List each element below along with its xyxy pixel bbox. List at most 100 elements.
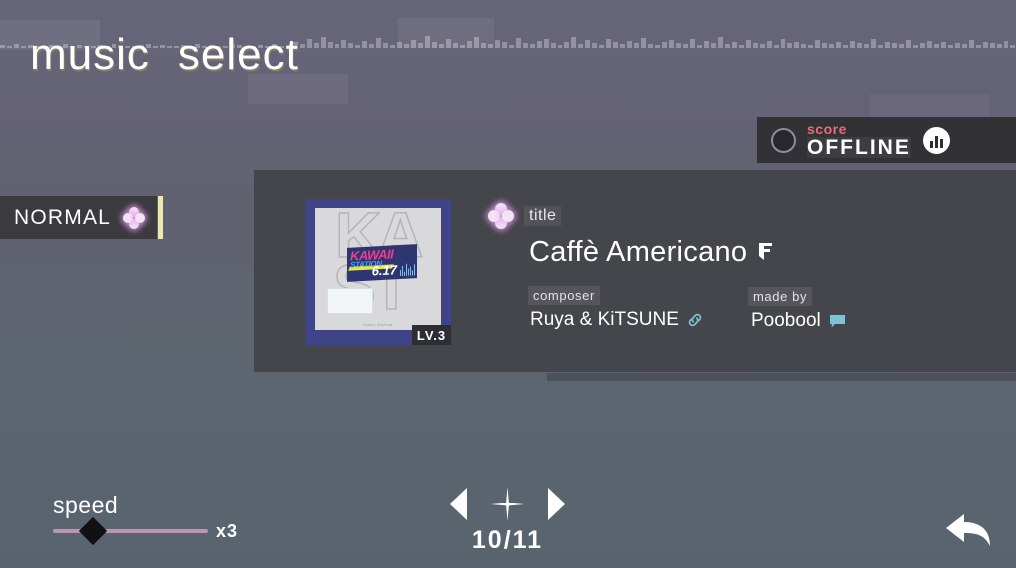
page-title-word-1: music (30, 30, 150, 79)
spectrum-bar (864, 44, 870, 48)
score-status-value: OFFLINE (807, 136, 911, 159)
difficulty-label: NORMAL (14, 205, 112, 229)
chevron-right-icon[interactable] (548, 488, 565, 520)
page-title-word-2: select (177, 30, 299, 79)
spectrum-bar (550, 43, 556, 48)
spectrum-bar (571, 37, 577, 48)
flag-icon (757, 236, 774, 269)
spectrum-bar (766, 41, 772, 48)
spectrum-bar (648, 44, 654, 48)
spectrum-bar (397, 42, 403, 48)
spectrum-bar (892, 43, 897, 48)
spectrum-bar (675, 43, 681, 48)
sparkle-icon (491, 487, 525, 521)
spectrum-bar (696, 45, 702, 48)
spectrum-bar (13, 44, 19, 48)
difficulty-tab-normal[interactable]: NORMAL (0, 196, 157, 239)
spectrum-bar (982, 42, 988, 48)
speed-slider-track[interactable] (53, 529, 208, 533)
spectrum-bar (439, 44, 444, 48)
spectrum-bar (968, 40, 974, 48)
song-counter: 10/11 (471, 526, 544, 554)
spectrum-bar (473, 37, 479, 48)
spectrum-bar (919, 43, 925, 48)
song-title-text: Caffè Americano (529, 236, 748, 268)
spectrum-bar (425, 36, 431, 48)
spectrum-bar (613, 42, 619, 48)
spectrum-bar (466, 41, 472, 48)
spectrum-bar (480, 43, 486, 48)
spectrum-bar (543, 39, 549, 48)
radio-circle-icon[interactable] (771, 127, 796, 153)
spectrum-bar (459, 45, 465, 48)
spectrum-bar (536, 41, 542, 48)
chevron-left-icon[interactable] (450, 488, 467, 520)
speed-value: x3 (216, 521, 239, 541)
score-status-panel[interactable]: score OFFLINE (757, 117, 1016, 163)
spectrum-bar (836, 42, 842, 48)
spectrum-bar (815, 40, 821, 48)
spectrum-bar (599, 45, 605, 48)
spectrum-bar (515, 38, 521, 48)
comment-icon[interactable] (829, 314, 846, 329)
difficulty-tab-edge (158, 196, 163, 239)
spectrum-bar (878, 45, 884, 48)
spectrum-bar (557, 45, 563, 48)
spectrum-bar (905, 40, 911, 48)
spectrum-bar (529, 44, 535, 48)
spectrum-bar (487, 44, 493, 48)
spectrum-bar (745, 40, 751, 48)
spectrum-bar (989, 43, 995, 48)
spectrum-bar (655, 45, 661, 48)
spectrum-bar (1003, 41, 1009, 48)
music-select-screen: musicselect score OFFLINE NORMAL KA ST (0, 0, 1016, 568)
spectrum-bar (794, 42, 800, 48)
album-card-date: 6.17 (371, 262, 397, 279)
spectrum-bar (808, 45, 814, 48)
spectrum-bar (682, 44, 688, 48)
spectrum-bar (975, 45, 981, 48)
spectrum-bar (933, 44, 939, 48)
score-texts: score OFFLINE (807, 122, 911, 158)
chart-bar (934, 135, 938, 148)
spectrum-bar (446, 39, 451, 48)
album-art[interactable]: KA ST KAWAII STATION 6.17 KAWAII STATION (305, 199, 451, 345)
spectrum-bar (787, 43, 793, 48)
spectrum-bar (6, 46, 12, 48)
spectrum-bar (348, 43, 354, 48)
spectrum-bar (947, 45, 953, 48)
spectrum-bar (418, 43, 424, 48)
spectrum-bar (606, 39, 612, 48)
spectrum-bar (452, 43, 458, 48)
spectrum-bar (689, 39, 695, 48)
spectrum-bar (327, 42, 333, 48)
link-icon[interactable] (687, 312, 703, 328)
album-card-bars (400, 263, 415, 277)
spectrum-bar (996, 44, 1002, 48)
score-label: score (807, 121, 847, 137)
spectrum-bar (961, 44, 967, 48)
spectrum-bar (857, 43, 863, 48)
spectrum-bar (843, 45, 849, 48)
spectrum-bar (662, 42, 667, 48)
spectrum-bar (898, 44, 904, 48)
spectrum-bar (362, 41, 368, 48)
spectrum-bar (738, 45, 744, 48)
spectrum-bar (627, 41, 633, 48)
spectrum-bar (773, 45, 779, 48)
clover-icon (488, 203, 514, 229)
spectrum-bar (954, 43, 960, 48)
speed-slider-handle[interactable] (78, 516, 108, 546)
spectrum-bar (912, 45, 918, 48)
madeby-text: Poobool (751, 310, 821, 331)
madeby-value: Poobool (751, 310, 846, 332)
back-arrow-icon[interactable] (942, 508, 996, 554)
spectrum-bar (724, 44, 730, 48)
spectrum-bar (940, 42, 946, 48)
spectrum-bar (620, 44, 626, 48)
spectrum-bar (564, 42, 570, 48)
spectrum-bar (369, 44, 375, 48)
bar-chart-icon[interactable] (922, 126, 950, 154)
spectrum-bar (585, 40, 591, 48)
madeby-field-label: made by (748, 287, 813, 306)
